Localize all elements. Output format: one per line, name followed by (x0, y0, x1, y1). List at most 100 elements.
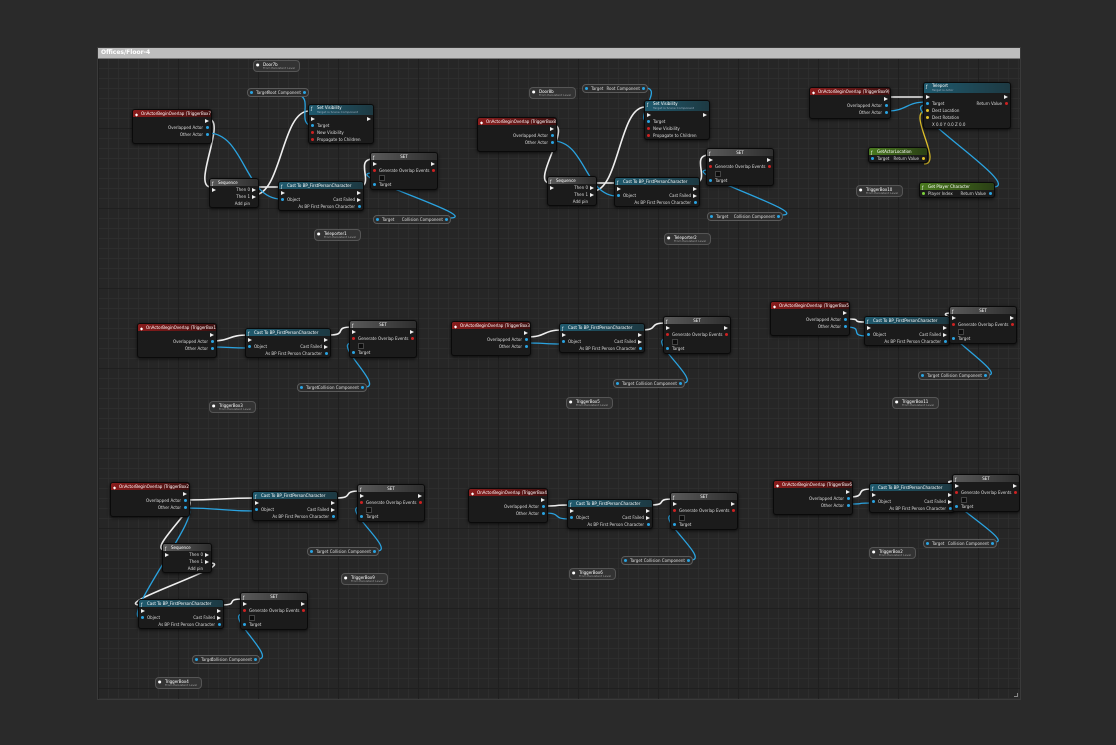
data-pin-icon[interactable] (617, 194, 620, 197)
event-node[interactable]: ◆ OnActorBeginOverlap (TriggerBox10) Overl… (137, 323, 217, 358)
data-pin-icon[interactable] (952, 337, 955, 340)
data-pin-icon[interactable] (248, 345, 251, 348)
data-pin-icon[interactable] (844, 318, 847, 321)
exec-pin-icon[interactable] (324, 338, 328, 342)
data-pin-icon[interactable] (777, 215, 780, 218)
exec-pin-icon[interactable] (943, 333, 947, 337)
data-pin-icon[interactable] (926, 109, 929, 112)
exec-pin-icon[interactable] (331, 508, 335, 512)
data-pin-icon[interactable] (647, 523, 650, 526)
data-pin-icon[interactable] (352, 337, 355, 340)
data-pin-icon[interactable] (211, 347, 214, 350)
cast-node[interactable]: ƒ Cast To BP_FirstPersonCharacter Object Ca… (278, 181, 364, 211)
data-pin-icon[interactable] (616, 382, 619, 385)
data-pin-icon[interactable] (254, 658, 257, 661)
getter-node[interactable]: Target Root Component (582, 84, 648, 93)
event-node[interactable]: ◆ OnActorBeginOverlap (TriggerBox3) Overla… (451, 321, 531, 356)
exec-pin-icon[interactable] (926, 95, 930, 99)
cast-node[interactable]: ƒ Cast To BP_FirstPersonCharacter Object Ca… (869, 483, 955, 513)
data-pin-icon[interactable] (871, 157, 874, 160)
data-pin-icon[interactable] (325, 352, 328, 355)
exec-pin-icon[interactable] (212, 188, 216, 192)
exec-pin-icon[interactable] (357, 191, 361, 195)
data-pin-icon[interactable] (373, 183, 376, 186)
exec-pin-icon[interactable] (301, 602, 305, 606)
data-pin-icon[interactable] (984, 374, 987, 377)
data-pin-icon[interactable] (1005, 102, 1008, 105)
data-pin-icon[interactable] (195, 658, 198, 661)
set-node[interactable]: ƒ SET Generate Overlap Events Target (370, 152, 438, 190)
data-pin-icon[interactable] (358, 205, 361, 208)
data-pin-icon[interactable] (725, 333, 728, 336)
data-pin-icon[interactable] (844, 325, 847, 328)
data-pin-icon[interactable] (955, 505, 958, 508)
getter-node[interactable]: Target Collision Component (707, 212, 783, 221)
data-pin-icon[interactable] (184, 506, 187, 509)
variable-node[interactable]: ● TriggerBox9 From Persistent Level (341, 573, 389, 585)
data-pin-icon[interactable] (551, 134, 554, 137)
exec-pin-icon[interactable] (1013, 484, 1017, 488)
exec-pin-icon[interactable] (524, 331, 528, 335)
data-pin-icon[interactable] (666, 333, 669, 336)
data-pin-icon[interactable] (184, 499, 187, 502)
exec-pin-icon[interactable] (846, 490, 850, 494)
exec-pin-icon[interactable] (867, 326, 871, 330)
data-pin-icon[interactable] (673, 509, 676, 512)
data-pin-icon[interactable] (922, 192, 925, 195)
data-pin-icon[interactable] (872, 500, 875, 503)
data-pin-icon[interactable] (673, 523, 676, 526)
exec-pin-icon[interactable] (243, 602, 247, 606)
exec-pin-icon[interactable] (638, 340, 642, 344)
exec-pin-icon[interactable] (843, 311, 847, 315)
event-node[interactable]: ◆ OnActorBeginOverlap (TriggerBox7) Overla… (132, 109, 212, 144)
exec-pin-icon[interactable] (731, 502, 735, 506)
exec-pin-icon[interactable] (550, 186, 554, 190)
set-node[interactable]: ƒ SET Generate Overlap Events Target (706, 148, 774, 186)
data-pin-icon[interactable] (768, 165, 771, 168)
exec-pin-icon[interactable] (693, 187, 697, 191)
exec-pin-icon[interactable] (872, 493, 876, 497)
set-node[interactable]: ƒ SET Generate Overlap Events Target (349, 320, 417, 358)
cast-node[interactable]: ƒ Cast To BP_FirstPersonCharacter Object Ca… (567, 499, 653, 529)
data-pin-icon[interactable] (926, 116, 929, 119)
data-pin-icon[interactable] (432, 169, 435, 172)
getter-node[interactable]: Target Collision Component (621, 556, 693, 565)
data-pin-icon[interactable] (639, 347, 642, 350)
exec-pin-icon[interactable] (590, 193, 594, 197)
exec-pin-icon[interactable] (360, 494, 364, 498)
exec-pin-icon[interactable] (210, 333, 214, 337)
sequence-node[interactable]: ƒ Sequence Then 0 Then 1 Add pin (162, 543, 212, 573)
exec-pin-icon[interactable] (647, 113, 651, 117)
data-pin-icon[interactable] (551, 141, 554, 144)
data-pin-icon[interactable] (624, 559, 627, 562)
event-node[interactable]: ◆ OnActorBeginOverlap (TriggerBox4) Overla… (468, 488, 548, 523)
data-pin-icon[interactable] (141, 616, 144, 619)
exec-pin-icon[interactable] (367, 117, 371, 121)
event-node[interactable]: ◆ OnActorBeginOverlap (TriggerBox6) Overla… (773, 480, 853, 515)
data-pin-icon[interactable] (281, 198, 284, 201)
blueprint-graph-canvas[interactable]: Offices/Floor-4 ◆ OnActorBeginOverlap (Tr… (97, 47, 1021, 700)
get-player-character-node[interactable]: ƒ Get Player Character Player Index Return … (919, 182, 995, 198)
set-node[interactable]: ƒ SET Generate Overlap Events Target (357, 484, 425, 522)
data-pin-icon[interactable] (255, 508, 258, 511)
exec-pin-icon[interactable] (141, 609, 145, 613)
variable-node[interactable]: ● Teleporter1 From Persistent Level (314, 229, 362, 241)
getter-node[interactable]: Target Collision Component (918, 371, 990, 380)
exec-pin-icon[interactable] (724, 326, 728, 330)
exec-pin-icon[interactable] (646, 509, 650, 513)
data-pin-icon[interactable] (211, 340, 214, 343)
exec-pin-icon[interactable] (165, 553, 169, 557)
cast-node[interactable]: ƒ Cast To BP_FirstPersonCharacter Object Ca… (252, 491, 338, 521)
data-pin-icon[interactable] (885, 104, 888, 107)
event-node[interactable]: ◆ OnActorBeginOverlap (TriggerBox9) Overla… (809, 87, 891, 119)
exec-pin-icon[interactable] (324, 345, 328, 349)
cast-node[interactable]: ƒ Cast To BP_FirstPersonCharacter Object Ca… (559, 323, 645, 353)
data-pin-icon[interactable] (709, 165, 712, 168)
exec-pin-icon[interactable] (693, 194, 697, 198)
data-pin-icon[interactable] (243, 609, 246, 612)
exec-pin-icon[interactable] (955, 484, 959, 488)
data-pin-icon[interactable] (921, 374, 924, 377)
data-pin-icon[interactable] (922, 157, 925, 160)
set-visibility-node[interactable]: ƒ Set Visibility Target is Scene Component… (644, 100, 710, 140)
exec-pin-icon[interactable] (590, 186, 594, 190)
